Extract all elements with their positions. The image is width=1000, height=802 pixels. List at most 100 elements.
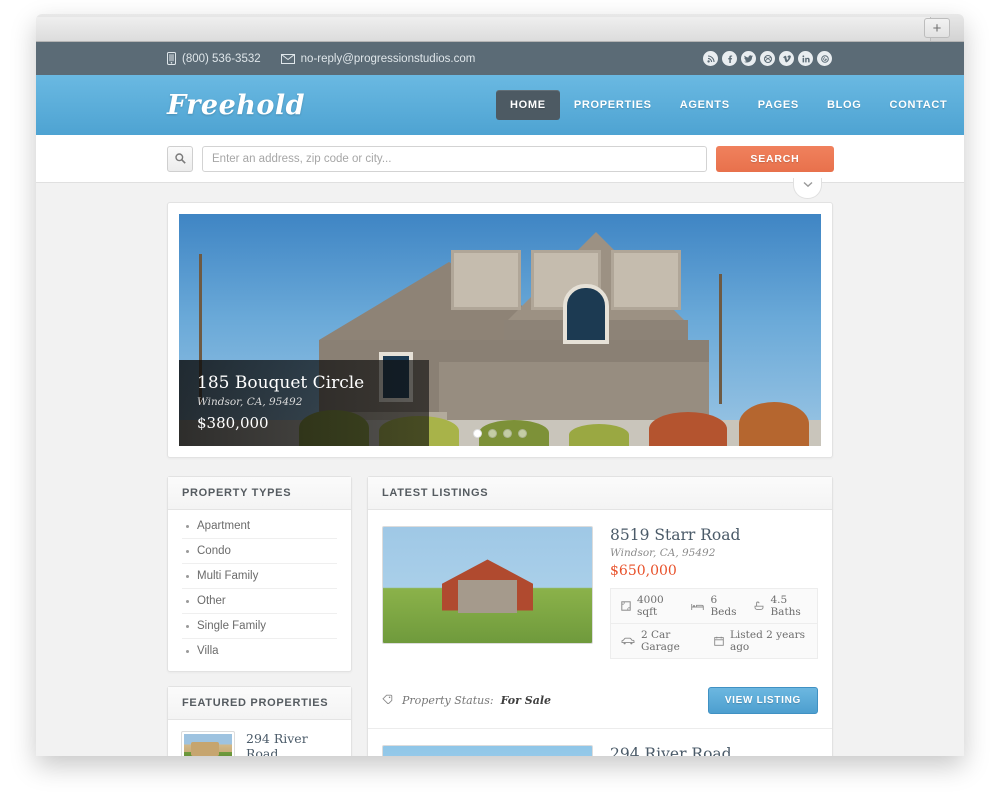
nav-item-agents[interactable]: AGENTS	[666, 90, 744, 120]
main-navigation: HOME PROPERTIES AGENTS PAGES BLOG CONTAC…	[496, 90, 961, 120]
property-type-villa[interactable]: Villa	[182, 639, 337, 663]
listing-title[interactable]: 294 River Road	[610, 745, 818, 756]
hero-property-image[interactable]: 185 Bouquet Circle Windsor, CA, 95492 $3…	[179, 214, 821, 446]
property-type-label: Villa	[197, 645, 219, 657]
bullet-icon	[186, 599, 189, 603]
property-status: Property Status: For Sale	[382, 694, 551, 707]
slider-dot[interactable]	[473, 429, 482, 438]
hero-caption: 185 Bouquet Circle Windsor, CA, 95492 $3…	[179, 360, 429, 446]
property-type-label: Other	[197, 595, 226, 607]
listing-image[interactable]: Open House	[382, 745, 593, 756]
spec-beds: 6 Beds	[691, 594, 736, 618]
hero-slider: 185 Bouquet Circle Windsor, CA, 95492 $3…	[167, 202, 833, 458]
latest-listings: LATEST LISTINGS 8519 Starr Road Windsor,…	[367, 476, 833, 756]
new-tab-button[interactable]: +	[924, 18, 950, 38]
mobile-phone-icon	[167, 52, 176, 65]
nav-item-blog[interactable]: BLOG	[813, 90, 876, 120]
email-address: no-reply@progressionstudios.com	[300, 52, 476, 65]
search-button[interactable]: SEARCH	[716, 145, 834, 172]
featured-thumbnail	[181, 731, 235, 756]
search-input[interactable]	[202, 145, 707, 172]
top-utility-bar: (800) 536-3532 no-reply@progressionstudi…	[36, 42, 964, 75]
listing-price: $650,000	[610, 563, 677, 579]
listing-image[interactable]	[382, 526, 593, 644]
featured-property-item[interactable]: 294 River Road Windsor, CA, 95492 $888,0…	[168, 720, 351, 756]
dribbble-icon[interactable]	[760, 51, 775, 66]
twitter-icon[interactable]	[741, 51, 756, 66]
property-search-bar: SEARCH	[36, 135, 964, 199]
property-status-label: Property Status:	[402, 694, 494, 707]
search-icon[interactable]	[167, 145, 193, 172]
tab-strip: +	[36, 14, 964, 41]
sidebar: PROPERTY TYPES Apartment Condo Multi Fam…	[167, 476, 352, 756]
envelope-icon	[280, 53, 295, 64]
email-contact[interactable]: no-reply@progressionstudios.com	[280, 52, 476, 65]
hero-property-price: $380,000	[197, 414, 269, 432]
nav-item-properties[interactable]: PROPERTIES	[560, 90, 666, 120]
page-viewport: (800) 536-3532 no-reply@progressionstudi…	[36, 42, 964, 756]
property-types-panel: PROPERTY TYPES Apartment Condo Multi Fam…	[167, 476, 352, 672]
hero-tree	[719, 274, 722, 404]
vimeo-icon[interactable]	[779, 51, 794, 66]
calendar-icon	[714, 636, 724, 646]
spec-sqft: 4000 sqft	[621, 594, 673, 618]
contact-info: (800) 536-3532 no-reply@progressionstudi…	[167, 52, 475, 65]
hero-property-title: 185 Bouquet Circle	[197, 373, 365, 393]
page-content: 185 Bouquet Circle Windsor, CA, 95492 $3…	[36, 183, 964, 756]
featured-properties-title: FEATURED PROPERTIES	[168, 687, 351, 720]
listing-title[interactable]: 8519 Starr Road	[610, 526, 818, 544]
property-type-single-family[interactable]: Single Family	[182, 614, 337, 639]
listing-row: Open House 294 River Road Windsor, CA, 9…	[368, 729, 832, 756]
car-icon	[621, 637, 635, 645]
linkedin-icon[interactable]	[798, 51, 813, 66]
listing-specs-row-1: 4000 sqft 6 Beds 4.5 Baths	[610, 588, 818, 623]
listing-footer: Property Status: For Sale VIEW LISTING	[368, 673, 832, 714]
featured-properties-panel: FEATURED PROPERTIES 294 River Road Winds…	[167, 686, 352, 756]
phone-contact[interactable]: (800) 536-3532	[167, 52, 261, 65]
property-type-label: Apartment	[197, 520, 251, 532]
view-listing-button[interactable]: VIEW LISTING	[707, 687, 818, 714]
nav-item-contact[interactable]: CONTACT	[876, 90, 962, 120]
featured-property-title: 294 River Road	[246, 731, 308, 756]
slider-dot[interactable]	[518, 429, 527, 438]
listing-info: 8519 Starr Road Windsor, CA, 95492 $650,…	[610, 526, 818, 659]
browser-window: + (800) 536-3532 no-reply@progressionstu…	[36, 14, 964, 756]
google-plus-icon[interactable]	[817, 51, 832, 66]
bullet-icon	[186, 549, 189, 553]
facebook-icon[interactable]	[722, 51, 737, 66]
nav-item-home[interactable]: HOME	[496, 90, 560, 120]
bed-icon	[691, 602, 705, 611]
spec-beds-value: 6 Beds	[710, 594, 737, 618]
rss-icon[interactable]	[703, 51, 718, 66]
nav-item-pages[interactable]: PAGES	[744, 90, 813, 120]
property-types-title: PROPERTY TYPES	[168, 477, 351, 510]
listings-panel: LATEST LISTINGS 8519 Starr Road Windsor,…	[367, 476, 833, 756]
property-type-label: Single Family	[197, 620, 267, 632]
hero-shrub	[739, 402, 809, 446]
spec-sqft-value: 4000 sqft	[637, 594, 664, 618]
content-columns: PROPERTY TYPES Apartment Condo Multi Fam…	[167, 476, 833, 756]
hero-shrub	[569, 424, 629, 446]
tag-icon	[382, 694, 395, 707]
browser-tab[interactable]	[36, 17, 931, 41]
featured-property-info: 294 River Road Windsor, CA, 95492 $888,0…	[246, 731, 338, 756]
property-types-list: Apartment Condo Multi Family Other Singl…	[168, 510, 351, 671]
slider-pagination	[473, 429, 527, 438]
property-type-label: Multi Family	[197, 570, 259, 582]
bullet-icon	[186, 649, 189, 653]
slider-dot[interactable]	[503, 429, 512, 438]
bullet-icon	[186, 624, 189, 628]
property-type-other[interactable]: Other	[182, 589, 337, 614]
listing-location: Windsor, CA, 95492	[610, 547, 716, 559]
spec-baths: 4.5 Baths	[754, 594, 807, 618]
property-type-condo[interactable]: Condo	[182, 539, 337, 564]
listing-info: 294 River Road Windsor, CA, 95492 $888,0…	[610, 745, 818, 756]
site-logo[interactable]: Freehold	[167, 90, 305, 121]
property-type-apartment[interactable]: Apartment	[182, 514, 337, 539]
spec-garage-value: 2 Car Garage	[641, 629, 680, 653]
bullet-icon	[186, 574, 189, 578]
slider-dot[interactable]	[488, 429, 497, 438]
spec-baths-value: 4.5 Baths	[770, 594, 801, 618]
spec-listed: Listed 2 years ago	[714, 629, 807, 653]
property-type-multi-family[interactable]: Multi Family	[182, 564, 337, 589]
